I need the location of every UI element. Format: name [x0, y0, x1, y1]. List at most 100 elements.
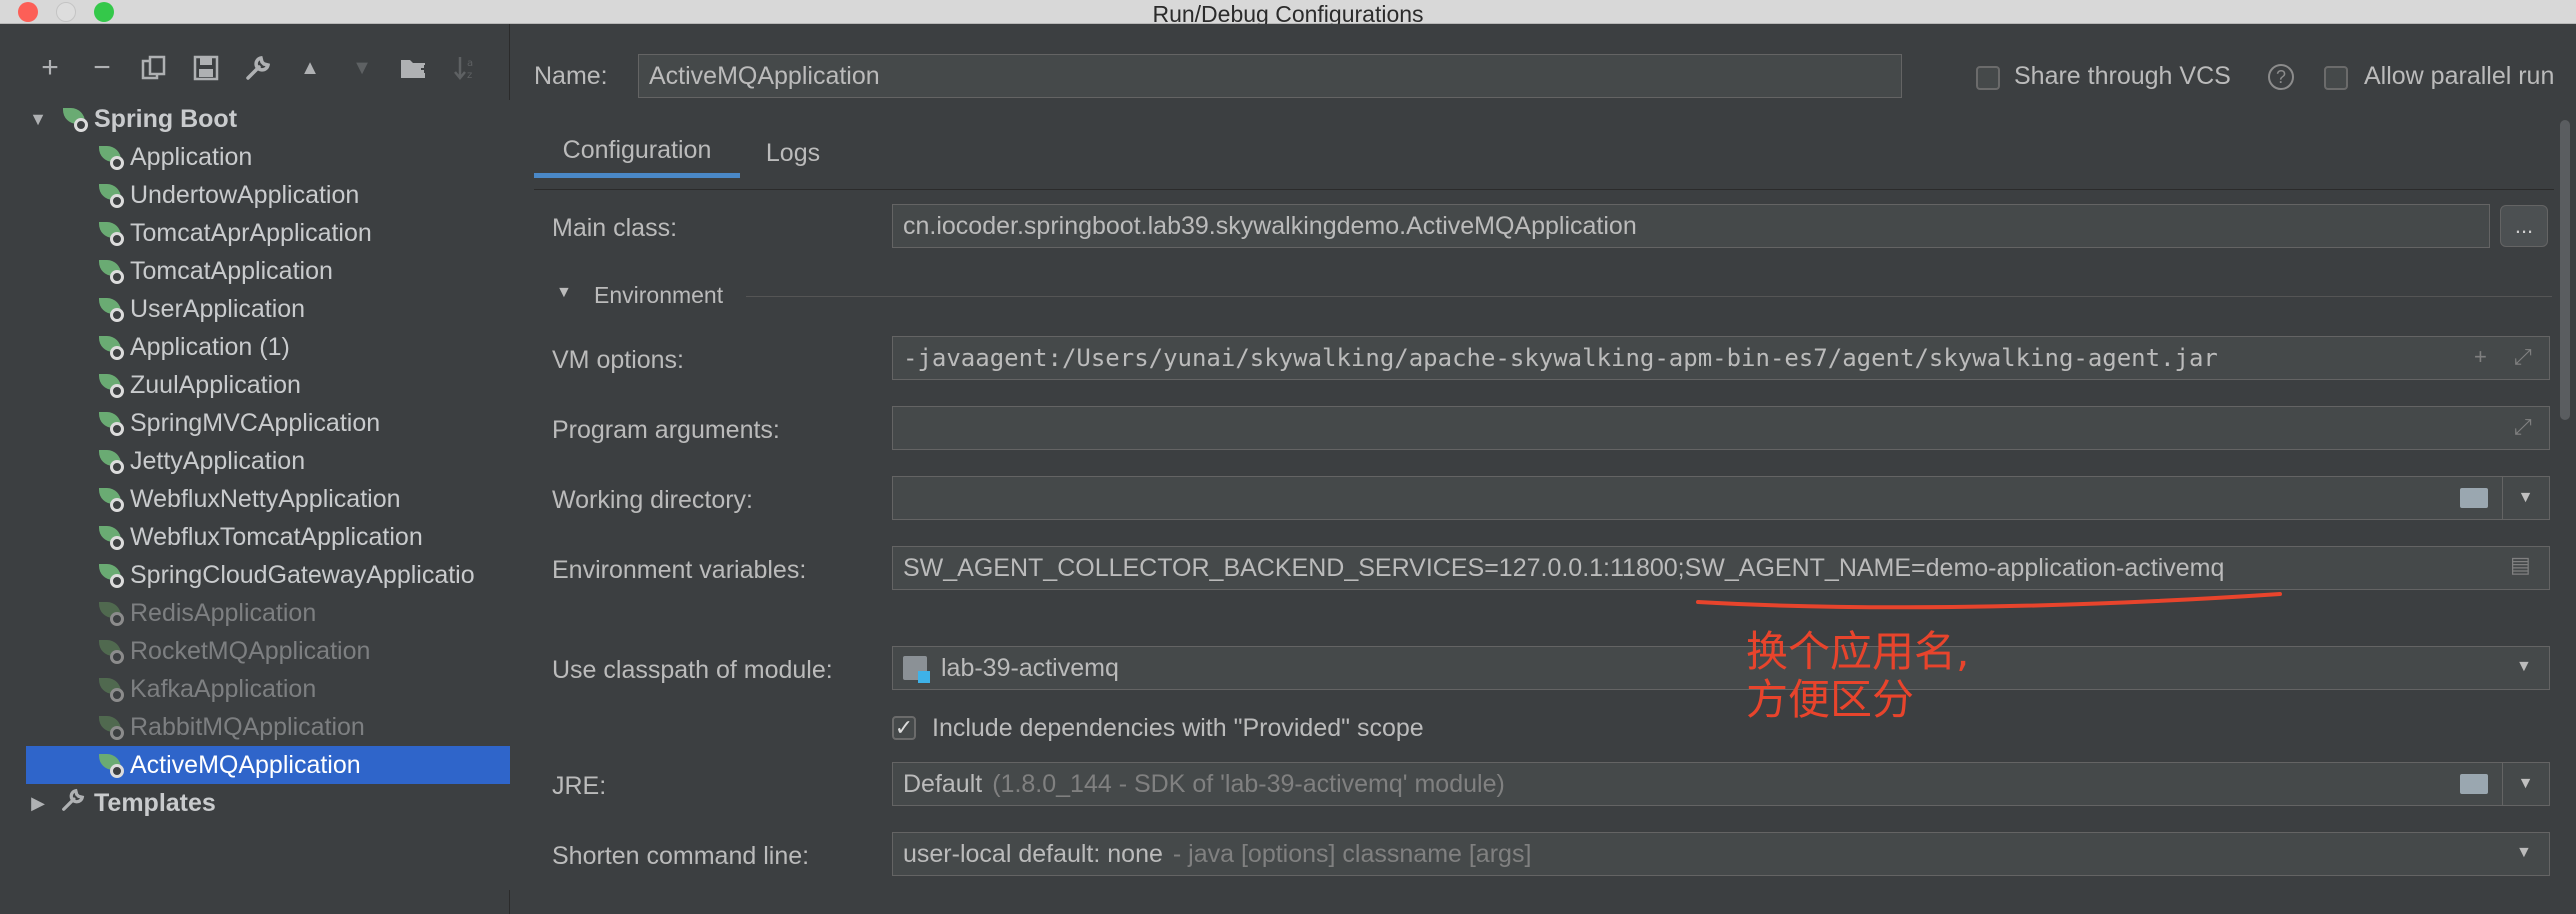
- tree-item-label: Application (1): [130, 332, 290, 361]
- share-vcs-checkbox[interactable]: [1976, 66, 2000, 90]
- tree-item[interactable]: SpringCloudGatewayApplicatio: [26, 556, 510, 594]
- expand-icon[interactable]: ⤢: [2514, 414, 2532, 440]
- new-folder-icon[interactable]: [396, 50, 432, 86]
- spring-boot-icon: [96, 484, 126, 514]
- spring-boot-icon: [96, 636, 126, 666]
- main-class-input[interactable]: cn.iocoder.springboot.lab39.skywalkingde…: [892, 204, 2490, 248]
- environment-variables-input[interactable]: SW_AGENT_COLLECTOR_BACKEND_SERVICES=127.…: [892, 546, 2550, 590]
- tab-configuration[interactable]: Configuration: [534, 128, 740, 178]
- include-dependencies-label: Include dependencies with "Provided" sco…: [932, 714, 1424, 742]
- environment-section-label[interactable]: Environment: [594, 282, 723, 309]
- tree-group-spring-boot[interactable]: ▼ Spring Boot: [26, 100, 510, 138]
- tree-item-label: UserApplication: [130, 294, 306, 323]
- spring-boot-icon: [96, 294, 126, 324]
- tree-item-label: RocketMQApplication: [130, 636, 371, 665]
- tree-item-label: RabbitMQApplication: [130, 712, 365, 741]
- help-icon[interactable]: ?: [2268, 64, 2294, 90]
- tree-item[interactable]: WebfluxTomcatApplication: [26, 518, 510, 556]
- tree-item-label: RedisApplication: [130, 598, 317, 627]
- shorten-command-line-value: user-local default: none: [903, 839, 1163, 868]
- tree-item-label: JettyApplication: [130, 446, 306, 475]
- chevron-down-icon[interactable]: ▼: [2502, 476, 2548, 520]
- tree-item[interactable]: RabbitMQApplication: [26, 708, 510, 746]
- tree-item-label: TomcatApplication: [130, 256, 333, 285]
- name-input[interactable]: ActiveMQApplication: [638, 54, 1902, 98]
- folder-icon[interactable]: [2460, 774, 2488, 794]
- tree-item-label: SpringCloudGatewayApplicatio: [130, 560, 475, 589]
- tree-item[interactable]: UndertowApplication: [26, 176, 510, 214]
- tree-item[interactable]: TomcatApplication: [26, 252, 510, 290]
- tabs-divider: [534, 189, 2554, 190]
- svg-text:z: z: [467, 70, 472, 81]
- working-directory-label: Working directory:: [552, 486, 753, 514]
- spring-boot-icon: [96, 256, 126, 286]
- share-vcs-label: Share through VCS: [2014, 62, 2231, 90]
- tree-item[interactable]: WebfluxNettyApplication: [26, 480, 510, 518]
- expand-arrow-icon[interactable]: ▼: [26, 109, 50, 130]
- jre-select[interactable]: Default (1.8.0_144 - SDK of 'lab-39-acti…: [892, 762, 2550, 806]
- chevron-down-icon[interactable]: ▼: [2516, 658, 2532, 676]
- spring-boot-icon: [96, 674, 126, 704]
- move-down-icon[interactable]: ▼: [344, 50, 380, 86]
- folder-icon[interactable]: [2460, 488, 2488, 508]
- tree-item[interactable]: JettyApplication: [26, 442, 510, 480]
- vm-options-input[interactable]: -javaagent:/Users/yunai/skywalking/apach…: [892, 336, 2550, 380]
- copy-icon[interactable]: [136, 50, 172, 86]
- tree-item[interactable]: KafkaApplication: [26, 670, 510, 708]
- chevron-down-icon[interactable]: ▼: [2516, 844, 2532, 862]
- spring-boot-icon: [96, 446, 126, 476]
- tree-item[interactable]: UserApplication: [26, 290, 510, 328]
- tree-item-label: ActiveMQApplication: [130, 750, 361, 779]
- tree-item[interactable]: RocketMQApplication: [26, 632, 510, 670]
- sort-icon[interactable]: az: [448, 50, 484, 86]
- tree-item[interactable]: ActiveMQApplication: [26, 746, 510, 784]
- annotation-text-line2: 方便区分: [1746, 675, 1915, 724]
- wrench-icon[interactable]: [240, 50, 276, 86]
- main-class-label: Main class:: [552, 214, 678, 242]
- remove-icon[interactable]: −: [84, 50, 120, 86]
- annotation-text-line1: 换个应用名,: [1746, 627, 1970, 676]
- shorten-command-line-label: Shorten command line:: [552, 842, 810, 870]
- chevron-down-icon[interactable]: ▼: [2502, 762, 2548, 806]
- wrench-icon: [60, 787, 90, 820]
- collapse-arrow-icon[interactable]: ▼: [556, 284, 572, 302]
- move-up-icon[interactable]: ▲: [292, 50, 328, 86]
- include-dependencies-checkbox[interactable]: ✓: [892, 715, 916, 740]
- program-arguments-label: Program arguments:: [552, 416, 780, 444]
- spring-boot-icon: [96, 598, 126, 628]
- spring-boot-icon: [96, 142, 126, 172]
- jre-hint: (1.8.0_144 - SDK of 'lab-39-activemq' mo…: [992, 769, 1505, 798]
- tree-item[interactable]: ZuulApplication: [26, 366, 510, 404]
- browse-main-class-button[interactable]: ...: [2500, 205, 2548, 247]
- tree-group-label: Templates: [94, 788, 216, 817]
- expand-arrow-icon[interactable]: ▶: [26, 793, 50, 814]
- shorten-command-line-select[interactable]: user-local default: none - java [options…: [892, 832, 2550, 876]
- name-label: Name:: [534, 62, 608, 90]
- tab-logs[interactable]: Logs: [752, 128, 834, 178]
- program-arguments-input[interactable]: [892, 406, 2550, 450]
- tree-item-label: WebfluxNettyApplication: [130, 484, 401, 513]
- tree-item-label: TomcatAprApplication: [130, 218, 372, 247]
- tree-item[interactable]: RedisApplication: [26, 594, 510, 632]
- tree-group-templates[interactable]: ▶ Templates: [26, 784, 510, 822]
- working-directory-input[interactable]: [892, 476, 2550, 520]
- save-icon[interactable]: [188, 50, 224, 86]
- add-icon[interactable]: +: [32, 50, 68, 86]
- spring-boot-icon: [96, 408, 126, 438]
- tree-item[interactable]: Application (1): [26, 328, 510, 366]
- tree-item[interactable]: SpringMVCApplication: [26, 404, 510, 442]
- svg-text:a: a: [467, 58, 473, 69]
- spring-boot-icon: [96, 218, 126, 248]
- expand-icon[interactable]: ⤢: [2514, 344, 2532, 370]
- tree-item[interactable]: TomcatAprApplication: [26, 214, 510, 252]
- allow-parallel-checkbox[interactable]: [2324, 66, 2348, 90]
- document-icon[interactable]: ▤: [2510, 552, 2531, 578]
- spring-boot-icon: [60, 104, 90, 134]
- plus-icon[interactable]: +: [2474, 344, 2487, 370]
- vm-options-label: VM options:: [552, 346, 685, 374]
- tree-item-label: KafkaApplication: [130, 674, 317, 703]
- shorten-command-line-hint: - java [options] classname [args]: [1172, 839, 1532, 868]
- classpath-module-select[interactable]: lab-39-activemq: [892, 646, 2550, 690]
- tree-item[interactable]: Application: [26, 138, 510, 176]
- editor-scrollbar[interactable]: [2560, 120, 2570, 420]
